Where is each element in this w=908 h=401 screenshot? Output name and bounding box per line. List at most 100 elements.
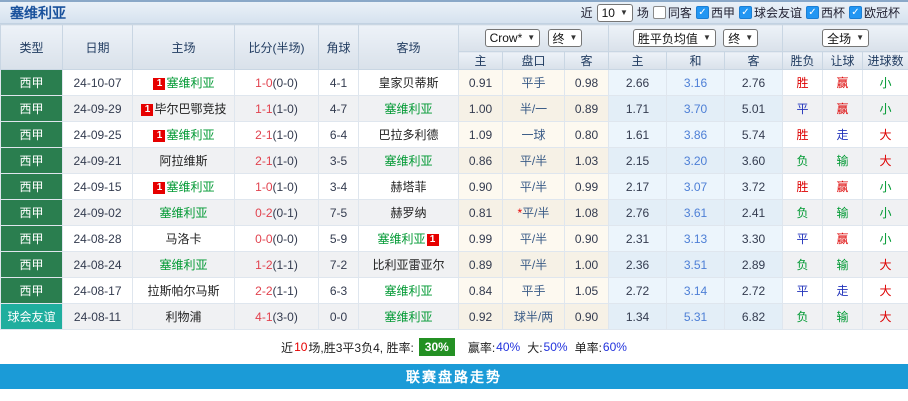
away-odds-cell: 0.90	[563, 225, 610, 252]
away-team-link[interactable]: 赫罗纳	[390, 206, 426, 220]
away-odds-cell: 0.98	[563, 69, 610, 96]
home-team-cell: 利物浦	[132, 303, 235, 330]
avg-home-cell: 2.17	[608, 173, 668, 200]
away-team-link[interactable]: 赫塔菲	[390, 180, 426, 194]
result-cell: 负	[782, 303, 824, 330]
away-odds-cell: 1.05	[563, 277, 610, 304]
away-team-link[interactable]: 皇家贝蒂斯	[378, 76, 438, 90]
corners-cell: 4-1	[318, 69, 359, 96]
rank-badge: 1	[141, 104, 154, 116]
away-team-link[interactable]: 塞维利亚	[384, 102, 432, 116]
company-status-select[interactable]: 终 ▼	[547, 29, 583, 47]
col-header-corners: 角球	[318, 24, 359, 70]
away-odds-cell: 1.03	[563, 147, 610, 174]
avg-metric-select[interactable]: 胜平负均值 ▼	[632, 29, 716, 47]
away-odds-cell: 0.80	[563, 121, 610, 148]
checkbox-label: 西杯	[820, 6, 845, 20]
fulltime-score: 4-1	[255, 309, 273, 324]
home-team-link[interactable]: 塞维利亚	[159, 258, 207, 272]
result-cell: 平	[782, 95, 824, 122]
home-team-link[interactable]: 塞维利亚	[166, 128, 214, 142]
goals-result-cell: 大	[862, 147, 908, 174]
checkbox-ucl[interactable]: ✓ 欧冠杯	[848, 4, 900, 21]
sub-header-handicap-result: 让球	[822, 51, 864, 70]
sub-header-odds-away: 客	[563, 51, 610, 70]
company-select[interactable]: Crow* ▼	[484, 29, 541, 47]
table-row: 西甲 24-09-29 1 毕尔巴鄂竞技 1-1(1-0) 4-7 塞维利亚 1.00 半/一 0…	[0, 95, 908, 122]
league-type-cell[interactable]: 西甲	[0, 95, 63, 122]
score-cell: 2-2(1-1)	[234, 277, 319, 304]
checkbox-copa[interactable]: ✓ 西杯	[805, 4, 845, 21]
scope-select[interactable]: 全场 ▼	[822, 29, 869, 47]
league-type-cell[interactable]: 西甲	[0, 251, 63, 278]
avg-draw-cell: 3.86	[666, 121, 726, 148]
league-type-cell[interactable]: 西甲	[0, 199, 63, 226]
league-type-cell[interactable]: 西甲	[0, 173, 63, 200]
matches-table: 类型 日期 主场 比分(半场) 角球 客场 Crow* ▼ 终 ▼ 胜平负均值 …	[0, 24, 908, 330]
away-team-link[interactable]: 塞维利亚	[377, 232, 425, 246]
scope-value: 全场	[827, 31, 852, 46]
away-team-link[interactable]: 比利亚雷亚尔	[372, 258, 444, 272]
single-rate-value: 60%	[602, 340, 627, 354]
result-cell: 胜	[782, 173, 824, 200]
page-title: 塞维利亚	[10, 4, 66, 21]
halftime-score: (1-0)	[272, 101, 298, 116]
home-team-link[interactable]: 利物浦	[165, 310, 201, 324]
home-team-cell: 1 塞维利亚	[132, 121, 235, 148]
away-team-cell: 巴拉多利德	[358, 121, 459, 148]
halftime-score: (1-0)	[272, 153, 298, 168]
checkbox-label: 西甲	[710, 6, 735, 20]
home-team-link[interactable]: 塞维利亚	[166, 180, 214, 194]
table-row: 球会友谊 24-08-11 利物浦 4-1(3-0) 0-0 塞维利亚 0.92 球半/两 0.…	[0, 303, 908, 330]
company-status-value: 终	[552, 31, 565, 46]
score-cell: 0-2(0-1)	[234, 199, 319, 226]
company-value: Crow*	[489, 31, 523, 45]
avg-status-select[interactable]: 终 ▼	[723, 29, 759, 47]
checkbox-label: 欧冠杯	[863, 6, 900, 20]
score-cell: 1-0(0-0)	[234, 69, 319, 96]
date-cell: 24-08-24	[62, 251, 133, 278]
handicap-cell: 一球	[502, 121, 565, 148]
fulltime-score: 1-0	[255, 75, 273, 90]
away-team-cell: 赫塔菲	[358, 173, 459, 200]
avg-away-cell: 2.72	[724, 277, 784, 304]
checkbox-laliga[interactable]: ✓ 西甲	[695, 4, 735, 21]
score-cell: 2-1(1-0)	[234, 121, 319, 148]
avg-home-cell: 2.76	[608, 199, 668, 226]
away-team-link[interactable]: 塞维利亚	[384, 284, 432, 298]
rank-badge: 1	[426, 234, 439, 246]
home-team-link[interactable]: 塞维利亚	[166, 76, 214, 90]
date-cell: 24-08-17	[62, 277, 133, 304]
league-type-cell[interactable]: 西甲	[0, 121, 63, 148]
home-team-link[interactable]: 毕尔巴鄂竞技	[154, 102, 226, 116]
handicap-cell: 球半/两	[502, 303, 565, 330]
checkbox-club-friendly[interactable]: ✓ 球会友谊	[738, 4, 802, 21]
handicap-result-cell: 输	[822, 199, 864, 226]
home-team-link[interactable]: 塞维利亚	[159, 206, 207, 220]
away-team-link[interactable]: 塞维利亚	[384, 310, 432, 324]
halftime-score: (0-0)	[272, 231, 298, 246]
corners-cell: 3-4	[318, 173, 359, 200]
home-team-link[interactable]: 拉斯帕尔马斯	[147, 284, 219, 298]
home-team-link[interactable]: 阿拉维斯	[159, 154, 207, 168]
away-team-link[interactable]: 巴拉多利德	[378, 128, 438, 142]
avg-home-cell: 2.66	[608, 69, 668, 96]
avg-metric-value: 胜平负均值	[637, 31, 698, 46]
league-type-cell[interactable]: 西甲	[0, 225, 63, 252]
sub-header-handicap: 盘口	[502, 51, 565, 70]
league-type-cell[interactable]: 西甲	[0, 147, 63, 174]
avg-home-cell: 1.34	[608, 303, 668, 330]
avg-home-cell: 2.31	[608, 225, 668, 252]
league-type-cell[interactable]: 球会友谊	[0, 303, 63, 330]
handicap-cell: 平/半	[502, 147, 565, 174]
home-team-link[interactable]: 马洛卡	[165, 232, 201, 246]
halftime-score: (3-0)	[272, 309, 298, 324]
recent-count-select[interactable]: 10 ▼	[596, 3, 633, 22]
league-type-cell[interactable]: 西甲	[0, 277, 63, 304]
checkbox-same-away[interactable]: ✓ 同客	[652, 4, 692, 21]
away-team-link[interactable]: 塞维利亚	[384, 154, 432, 168]
sub-header-avg-away: 客	[724, 51, 784, 70]
odds-group-header: Crow* ▼ 终 ▼	[457, 24, 610, 52]
league-type-cell[interactable]: 西甲	[0, 69, 63, 96]
score-cell: 1-0(1-0)	[234, 173, 319, 200]
